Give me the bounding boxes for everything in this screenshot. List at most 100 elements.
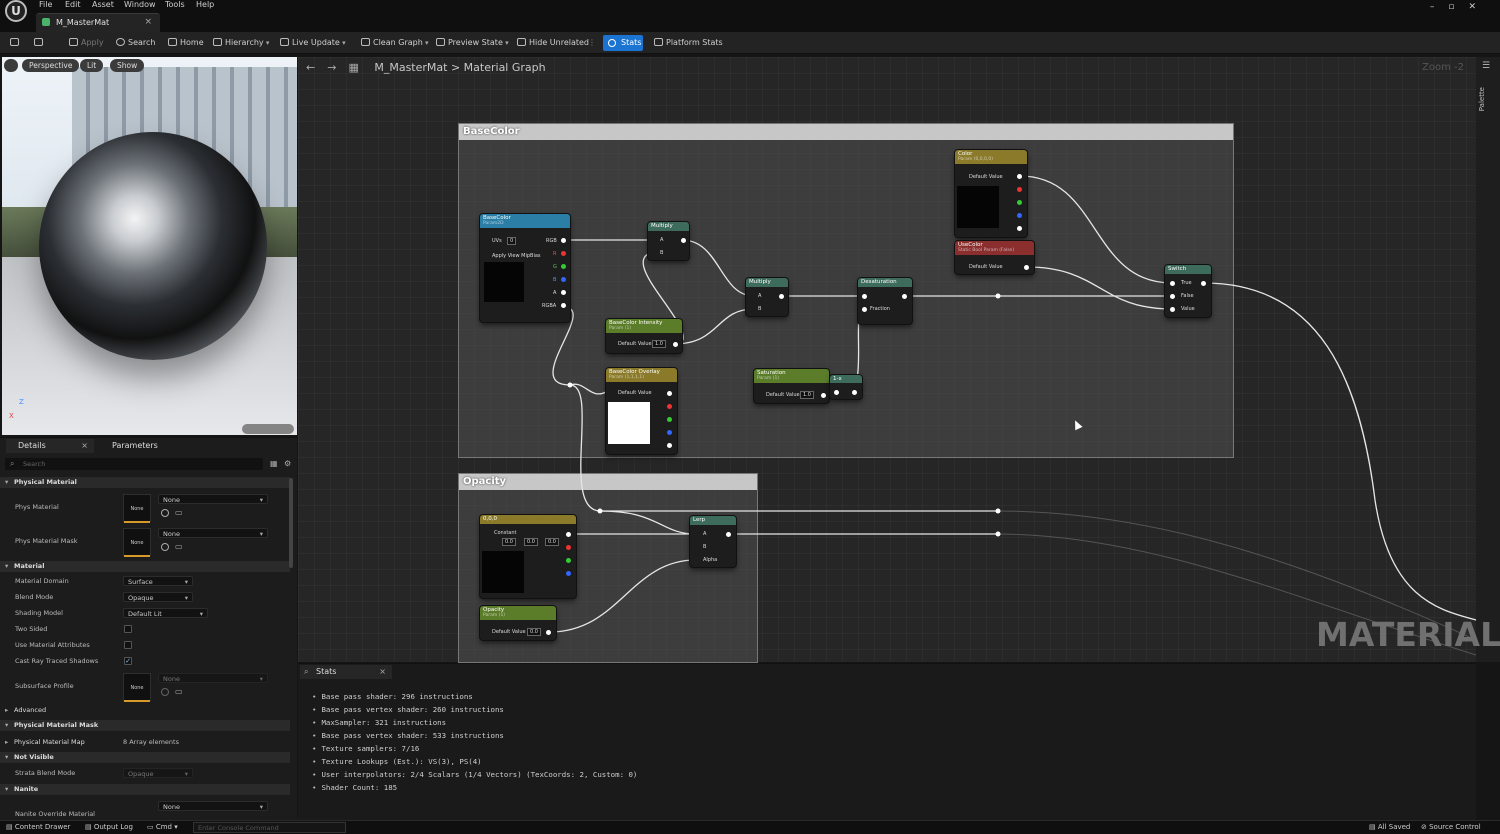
node-saturation[interactable]: Saturation Param (1) Default Value 1.0 — [754, 369, 829, 403]
forward-arrow-icon[interactable]: → — [327, 61, 336, 74]
intensity-value[interactable]: 1.0 — [652, 340, 666, 348]
switch-value-pin[interactable] — [1170, 307, 1175, 312]
node-lerp[interactable]: Lerp A B Alpha — [690, 516, 736, 567]
tab-details[interactable]: Details × — [6, 439, 94, 453]
node-basecolor-overlay[interactable]: BaseColor Overlay Param (1,1,1,1) Default… — [606, 368, 677, 454]
subsurface-profile-thumb[interactable]: None — [123, 673, 151, 702]
color-a-pin[interactable] — [1017, 226, 1022, 231]
perspective-button[interactable]: Perspective — [22, 59, 80, 72]
node-multiply-1[interactable]: Multiply A B — [648, 222, 689, 260]
overlay-output-pin[interactable] — [667, 391, 672, 396]
color-b-pin[interactable] — [1017, 213, 1022, 218]
menu-help[interactable]: Help — [196, 0, 214, 10]
comment-basecolor[interactable]: BaseColor — [458, 123, 1234, 458]
node-basecolor-intensity[interactable]: BaseColor Intensity Param (1) Default Val… — [606, 319, 682, 353]
usecolor-output-pin[interactable] — [1024, 265, 1029, 270]
save-button[interactable] — [10, 36, 22, 50]
tab-stats[interactable]: ⌕ Stats × — [300, 665, 392, 679]
breadcrumb-root[interactable]: M_MasterMat — [374, 61, 447, 74]
preview-state-button[interactable]: Preview State — [436, 36, 509, 50]
close-stats-icon[interactable]: × — [379, 665, 386, 679]
menu-asset[interactable]: Asset — [92, 0, 114, 10]
live-update-button[interactable]: Live Update — [280, 36, 346, 50]
constant-value-1[interactable]: 0.0 — [502, 538, 516, 546]
window-controls[interactable]: –▫✕ — [1430, 2, 1490, 12]
multiply-1-output-pin[interactable] — [681, 238, 686, 243]
overlay-g-pin[interactable] — [667, 417, 672, 422]
close-tab-icon[interactable]: × — [144, 17, 152, 27]
opacity-value[interactable]: 0.0 — [527, 628, 541, 636]
node-switch[interactable]: Switch True False Value — [1165, 265, 1211, 317]
content-drawer-button[interactable]: ▤ Content Drawer — [6, 822, 70, 833]
switch-true-pin[interactable] — [1170, 281, 1175, 286]
node-basecolor-texture[interactable]: BaseColor Param2D UVs 0 Apply View MipBia… — [480, 214, 570, 322]
opacity-output-pin[interactable] — [546, 630, 551, 635]
hide-unrelated-button[interactable]: Hide Unrelated — [517, 36, 589, 50]
search-button[interactable]: Search — [116, 36, 155, 50]
menu-tools[interactable]: Tools — [165, 0, 185, 10]
section-nanite[interactable]: Nanite — [0, 784, 290, 795]
subsurface-profile-combo[interactable]: None — [158, 673, 268, 684]
overlay-a-pin[interactable] — [667, 443, 672, 448]
console-input[interactable]: Enter Console Command — [193, 822, 346, 833]
node-color-param[interactable]: Color Param (0,0,0,0) Default Value — [955, 150, 1027, 237]
one-minus-output-pin[interactable] — [852, 390, 857, 395]
constant-r-pin[interactable] — [566, 545, 571, 550]
menu-window[interactable]: Window — [124, 0, 156, 10]
unreal-logo-icon[interactable]: U — [5, 0, 27, 22]
strata-blend-mode-combo[interactable]: Opaque — [123, 768, 193, 779]
use-selected-subsurface-icon[interactable] — [161, 688, 169, 696]
switch-output-pin[interactable] — [1201, 281, 1206, 286]
lit-button[interactable]: Lit — [80, 59, 104, 72]
r-output-pin[interactable] — [561, 251, 566, 256]
back-arrow-icon[interactable]: ← — [306, 61, 315, 74]
node-desaturation[interactable]: Desaturation Fraction — [858, 278, 912, 324]
constant-b-pin[interactable] — [566, 571, 571, 576]
browse-button[interactable] — [34, 36, 46, 50]
stats-button[interactable]: Stats — [603, 35, 643, 51]
viewport-view-controls[interactable] — [242, 424, 294, 434]
overlay-color-swatch[interactable] — [608, 402, 650, 444]
saturation-value[interactable]: 1.0 — [800, 391, 814, 399]
menu-file[interactable]: File — [39, 0, 52, 10]
section-not-visible[interactable]: Not Visible — [0, 752, 290, 763]
rgb-output-pin[interactable] — [561, 238, 566, 243]
node-constant-vector[interactable]: 0,0,0 Constant 0.0 0.0 0.0 — [480, 515, 576, 598]
use-selected-mask-icon[interactable] — [161, 543, 169, 551]
platform-stats-button[interactable]: Platform Stats — [654, 36, 723, 50]
use-material-attributes-checkbox[interactable] — [124, 641, 132, 649]
home-button[interactable]: Home — [168, 36, 204, 50]
use-selected-icon[interactable] — [161, 509, 169, 517]
toolbar-more-icon[interactable]: ⋮ — [588, 36, 596, 50]
section-material[interactable]: Material — [0, 561, 290, 572]
phys-material-mask-thumb[interactable]: None — [123, 528, 151, 557]
grid-view-icon[interactable]: ▦ — [270, 459, 278, 468]
output-log-button[interactable]: ▤ Output Log — [85, 822, 133, 833]
settings-gear-icon[interactable]: ⚙ — [284, 459, 291, 468]
desaturation-fraction-pin[interactable] — [862, 307, 867, 312]
color-g-pin[interactable] — [1017, 200, 1022, 205]
phys-material-mask-combo[interactable]: None — [158, 528, 268, 539]
a-output-pin[interactable] — [561, 290, 566, 295]
section-physical-material-mask[interactable]: Physical Material Mask — [0, 720, 290, 731]
constant-value-2[interactable]: 0.0 — [524, 538, 538, 546]
constant-value-3[interactable]: 0.0 — [545, 538, 559, 546]
blend-mode-combo[interactable]: Opaque — [123, 592, 193, 603]
close-details-icon[interactable]: × — [81, 439, 88, 453]
document-tab[interactable]: M_MasterMat × — [36, 13, 160, 32]
material-domain-combo[interactable]: Surface — [123, 576, 193, 587]
node-usecolor[interactable]: UseColor Static Bool Param (False) Defaul… — [955, 241, 1034, 274]
rgba-output-pin[interactable] — [561, 303, 566, 308]
color-r-pin[interactable] — [1017, 187, 1022, 192]
color-swatch[interactable] — [957, 186, 999, 228]
node-multiply-2[interactable]: Multiply A B — [746, 278, 788, 316]
browse-folder-icon[interactable]: ▭ — [175, 508, 183, 517]
shading-model-combo[interactable]: Default Lit — [123, 608, 208, 619]
details-scrollbar[interactable] — [289, 478, 293, 568]
color-output-pin[interactable] — [1017, 174, 1022, 179]
hierarchy-button[interactable]: Hierarchy — [213, 36, 269, 50]
desaturation-output-pin[interactable] — [902, 294, 907, 299]
node-opacity-param[interactable]: Opacity Param (1) Default Value 0.0 — [480, 606, 556, 640]
all-saved-button[interactable]: ▤ All Saved — [1369, 822, 1410, 833]
tab-parameters[interactable]: Parameters — [100, 439, 158, 453]
